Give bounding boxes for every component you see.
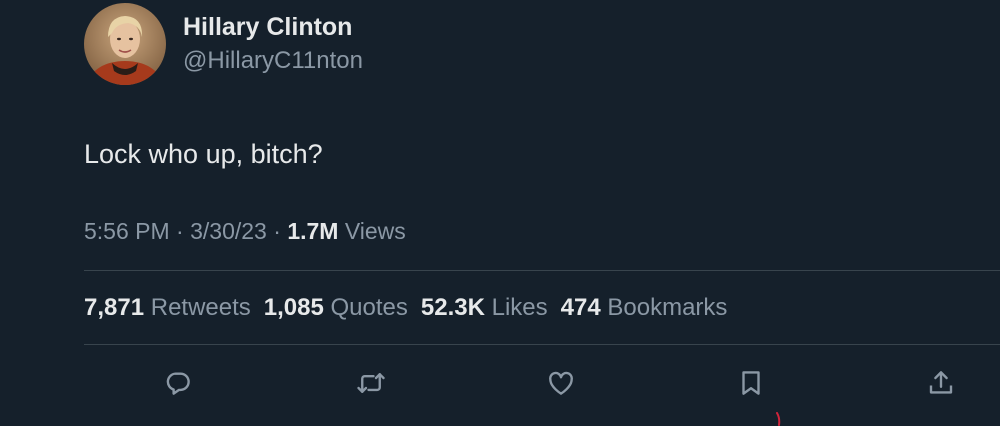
views-count: 1.7M [287,218,339,244]
tweet: Hillary Clinton @HillaryC11nton Lock who… [0,0,1000,426]
stat-label: Likes [491,294,548,321]
bookmark-button[interactable] [734,366,768,400]
retweet-icon [357,373,385,393]
author-display-name[interactable]: Hillary Clinton [183,13,352,42]
stat-count: 474 [560,294,601,321]
stat-count: 52.3K [420,294,485,321]
engagement-stats: 7,871 Retweets 1,085 Quotes 52.3K Likes … [84,294,727,322]
stat-likes[interactable]: 52.3K Likes [421,294,548,322]
reply-icon [166,372,190,395]
tweet-date[interactable]: 3/30/23 [190,218,267,244]
share-icon [929,371,953,394]
red-annotation-mark [776,412,781,426]
like-button[interactable] [544,366,578,400]
stat-count: 7,871 [84,294,145,321]
stat-retweets[interactable]: 7,871 Retweets [84,294,251,322]
share-button[interactable] [924,366,958,400]
like-icon [549,371,573,395]
meta-separator: · [176,218,184,244]
stat-count: 1,085 [263,294,324,321]
views-label: Views [344,218,406,244]
stat-bookmarks[interactable]: 474 Bookmarks [561,294,728,322]
meta-separator: · [273,218,281,244]
avatar-image [84,3,166,85]
action-bar [0,366,1000,400]
tweet-time[interactable]: 5:56 PM [84,218,170,244]
bookmark-icon [742,371,760,395]
divider [84,270,1000,271]
reply-button[interactable] [161,366,195,400]
author-handle[interactable]: @HillaryC11nton [183,47,363,75]
retweet-button[interactable] [354,366,388,400]
stat-label: Bookmarks [607,294,728,321]
divider [84,344,1000,345]
tweet-meta: 5:56 PM · 3/30/23 · 1.7M Views [84,218,406,245]
tweet-text: Lock who up, bitch? [84,139,323,169]
stat-label: Quotes [330,294,408,321]
stat-quotes[interactable]: 1,085 Quotes [264,294,408,322]
avatar[interactable] [84,3,166,85]
stat-label: Retweets [150,294,251,321]
